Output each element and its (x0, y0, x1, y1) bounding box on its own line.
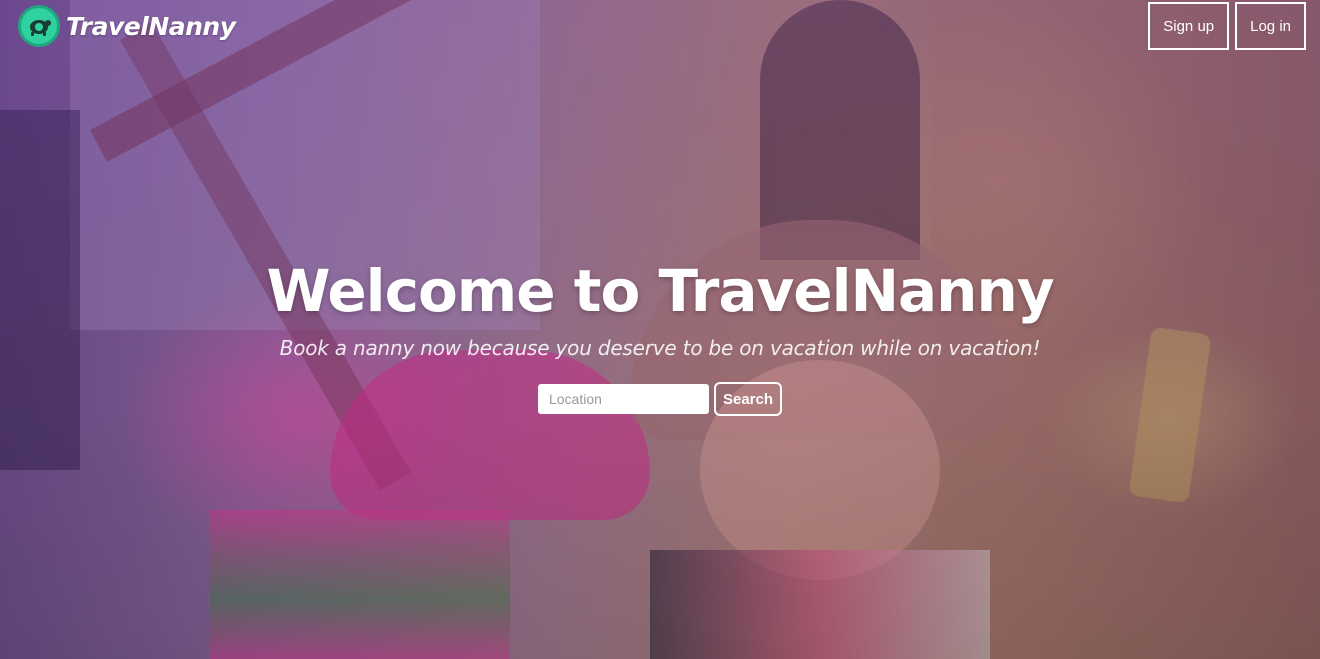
search-form: Search (537, 382, 783, 416)
hero-content: Welcome to TravelNanny Book a nanny now … (0, 258, 1320, 416)
background-girl-jacket (210, 510, 510, 659)
login-button[interactable]: Log in (1235, 2, 1306, 50)
brand-name: TravelNanny (66, 11, 236, 41)
location-input[interactable] (537, 384, 709, 414)
background-boy-shirt (650, 550, 990, 659)
search-button[interactable]: Search (713, 382, 783, 416)
hero-section: TravelNanny Sign up Log in Welcome to Tr… (0, 0, 1320, 659)
brand-link[interactable]: TravelNanny (18, 5, 236, 47)
signup-button[interactable]: Sign up (1148, 2, 1230, 50)
turtle-logo-icon (18, 5, 60, 47)
hero-subtitle: Book a nanny now because you deserve to … (279, 336, 1041, 360)
navbar: TravelNanny Sign up Log in (0, 0, 1320, 52)
hero-title: Welcome to TravelNanny (266, 257, 1054, 325)
turtle-logo-svg (30, 20, 51, 36)
nav-actions: Sign up Log in (1148, 2, 1306, 50)
